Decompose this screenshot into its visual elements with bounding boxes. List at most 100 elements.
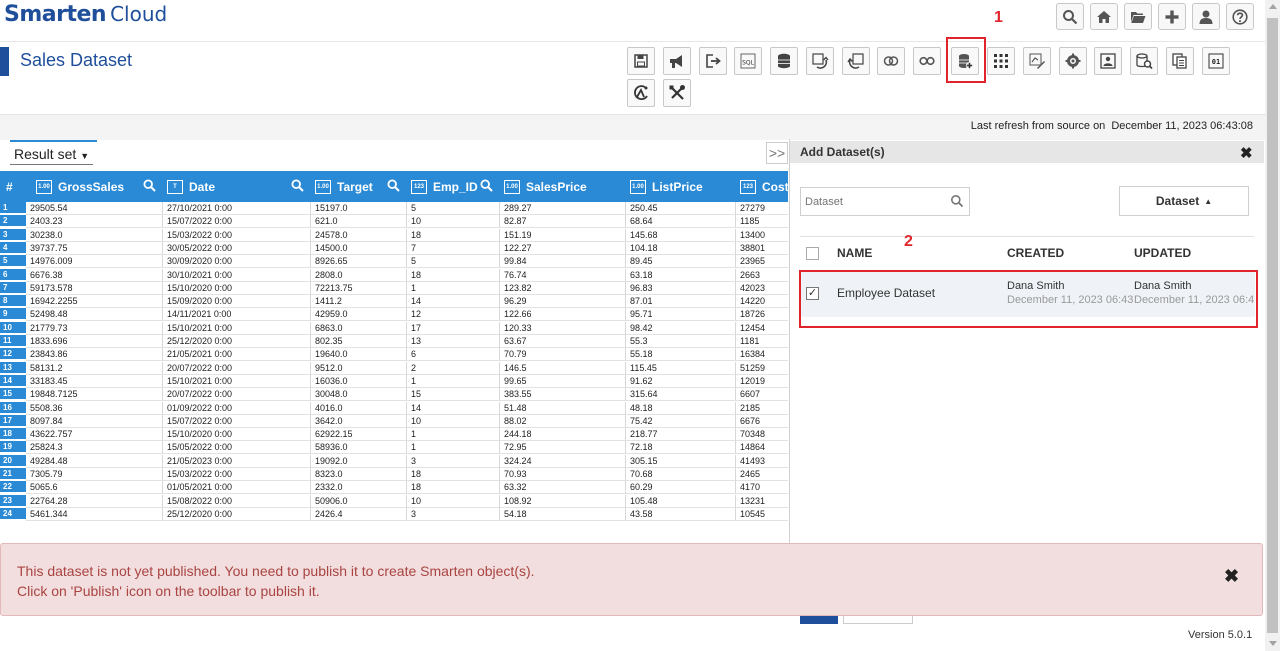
toolbar-join-button[interactable]	[877, 47, 905, 75]
table-cell: 8097.84	[26, 415, 162, 428]
toolbar-grid-button[interactable]	[987, 47, 1015, 75]
table-cell: 305.15	[625, 454, 735, 468]
row-number: 7	[0, 281, 26, 294]
publish-icon	[670, 55, 682, 68]
close-icon[interactable]: ✖	[1240, 144, 1253, 162]
column-header[interactable]: 1.00 ListPrice	[630, 171, 703, 202]
table-cell: 151.19	[499, 228, 625, 242]
table-cell: 108.92	[499, 494, 625, 508]
column-header[interactable]: 123 Cost	[740, 171, 789, 202]
refresh-source-icon	[812, 53, 829, 69]
toolbar-publish-button[interactable]	[663, 47, 691, 75]
table-cell: 18726	[735, 308, 788, 322]
toolbar-save-button[interactable]	[627, 47, 655, 75]
column-header[interactable]: 1.00 SalesPrice	[504, 171, 587, 202]
table-cell: 95.71	[625, 308, 735, 322]
table-cell: 15/10/2021 0:00	[162, 321, 310, 335]
table-cell: 14/11/2021 0:00	[162, 308, 310, 322]
top-folder-button[interactable]	[1124, 3, 1152, 30]
table-row: 22 5065.6 01/05/2021 0:00 2332.0 18 63.32 60.2…	[0, 481, 788, 495]
scroll-thumb[interactable]	[1267, 18, 1278, 633]
table-cell: 6863.0	[310, 321, 406, 335]
table-cell: 5	[406, 255, 499, 269]
table-cell: 3642.0	[310, 414, 406, 428]
toolbar-export-button[interactable]	[699, 47, 727, 75]
toolbar-copy-button[interactable]	[1166, 47, 1194, 75]
table-cell: 41493	[735, 454, 788, 468]
table-cell: 30/10/2021 0:00	[162, 268, 310, 282]
home-icon	[1097, 10, 1111, 23]
table-cell: 10	[406, 414, 499, 428]
table-cell: 30238.0	[26, 229, 162, 242]
collapse-panel-button[interactable]: >>	[766, 142, 788, 164]
select-all-checkbox[interactable]	[806, 247, 819, 260]
table-cell: 120.33	[499, 321, 625, 335]
tools-icon	[669, 85, 685, 100]
alert-close-icon[interactable]: ✖	[1224, 566, 1239, 587]
top-add-button[interactable]	[1158, 3, 1186, 30]
column-header[interactable]: T Date	[167, 171, 215, 202]
table-cell: 15/09/2020 0:00	[162, 295, 310, 309]
database-icon	[778, 53, 790, 69]
table-cell: 20/07/2022 0:00	[162, 361, 310, 375]
search-icon[interactable]	[480, 179, 493, 192]
table-row: 2 2403.23 15/07/2022 0:00 621.0 10 82.87 68.64…	[0, 215, 788, 229]
scroll-up-arrow[interactable]	[1269, 4, 1277, 9]
toolbar-undo-button[interactable]	[842, 47, 870, 75]
table-cell: 2663	[735, 268, 788, 282]
table-cell: 87.01	[625, 295, 735, 309]
toolbar-refresh-source-button[interactable]	[806, 47, 834, 75]
search-icon[interactable]	[387, 179, 400, 192]
dataset-search-input[interactable]	[800, 187, 970, 216]
svg-text:01: 01	[1212, 58, 1220, 66]
dataset-type-dropdown[interactable]: Dataset ▲	[1119, 186, 1249, 216]
row-number: 11	[0, 335, 26, 347]
toolbar-database-button[interactable]	[770, 47, 798, 75]
table-cell: 20/07/2022 0:00	[162, 388, 310, 402]
top-user-button[interactable]	[1192, 3, 1220, 30]
toolbar-tools-button[interactable]	[663, 79, 691, 107]
table-row: 14 33183.45 15/10/2021 0:00 16036.0 1 99.65 91…	[0, 374, 788, 388]
search-icon[interactable]	[143, 179, 156, 192]
panel-divider	[789, 139, 790, 549]
table-cell: 14500.0	[310, 241, 406, 255]
top-search-button[interactable]	[1056, 3, 1084, 30]
caret-up-icon: ▲	[1204, 196, 1213, 206]
scroll-down-arrow[interactable]	[1269, 641, 1277, 646]
toolbar-link-button[interactable]	[913, 47, 941, 75]
table-cell: 30048.0	[310, 388, 406, 402]
table-cell: 7305.79	[26, 468, 162, 481]
top-home-button[interactable]	[1090, 3, 1118, 30]
table-cell: 12454	[735, 321, 788, 335]
row-number: 3	[0, 228, 26, 241]
table-cell: 14	[406, 295, 499, 309]
row-number: 9	[0, 308, 26, 321]
table-cell: 10545	[735, 507, 788, 521]
toolbar-sql-button[interactable]: SQL	[734, 47, 762, 75]
toolbar-image-button[interactable]	[1094, 47, 1122, 75]
join-icon	[883, 56, 899, 66]
table-cell: 29505.54	[26, 202, 162, 215]
column-header[interactable]: 1.00 Target	[315, 171, 373, 202]
toolbar-transform-button[interactable]	[1023, 47, 1051, 75]
search-icon[interactable]	[950, 194, 964, 208]
top-help-button[interactable]	[1226, 3, 1254, 30]
toolbar-binary-button[interactable]: 01	[1202, 47, 1230, 75]
row-number: 20	[0, 454, 26, 467]
toolbar-dataset-search-button[interactable]	[1130, 47, 1158, 75]
row-number: 6	[0, 268, 26, 281]
toolbar-settings-button[interactable]	[1059, 47, 1087, 75]
column-header[interactable]: 1.00 GrossSales	[36, 171, 124, 202]
table-cell: 4170	[735, 481, 788, 495]
type-icon: 123	[740, 179, 756, 194]
table-cell: 18	[406, 228, 499, 242]
type-icon: 1.00	[504, 179, 520, 194]
table-cell: 1	[406, 374, 499, 388]
search-icon[interactable]	[291, 179, 304, 192]
table-cell: 123.82	[499, 281, 625, 295]
result-set-dropdown[interactable]: Result set ▼	[10, 146, 94, 165]
table-cell: 18	[406, 268, 499, 282]
toolbar-analytics-button[interactable]	[627, 79, 655, 107]
table-cell: 68.64	[625, 215, 735, 229]
column-header[interactable]: 123 Emp_ID	[411, 171, 478, 202]
